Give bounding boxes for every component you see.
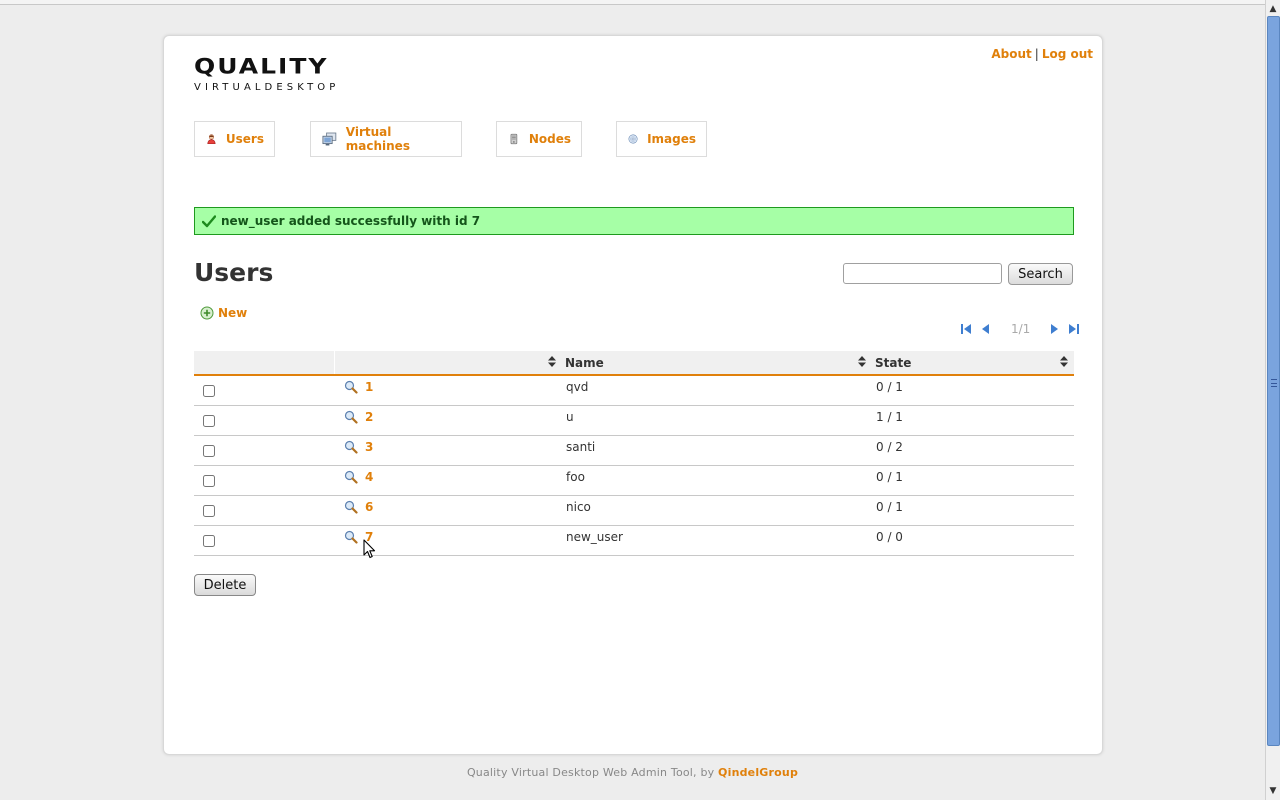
main-panel: QUALITY VIRTUALDESKTOP About | Log out Use… — [163, 35, 1103, 755]
user-state: 0 / 1 — [872, 462, 1074, 493]
computer-icon — [322, 132, 337, 146]
last-page-icon[interactable] — [1067, 322, 1081, 336]
delete-button[interactable]: Delete — [194, 574, 256, 596]
column-header-state-label: State — [875, 355, 912, 370]
pagination: 1/1 — [959, 321, 1081, 337]
sort-icon[interactable] — [1060, 356, 1068, 367]
user-id-link[interactable]: 4 — [365, 470, 373, 484]
magnifier-icon[interactable] — [344, 500, 358, 514]
success-message: new_user added successfully with id 7 — [194, 207, 1074, 235]
tab-users[interactable]: Users — [194, 121, 275, 157]
row-checkbox[interactable] — [203, 414, 215, 427]
sort-icon[interactable] — [858, 356, 866, 367]
sort-icon[interactable] — [548, 356, 556, 367]
search-button[interactable]: Search — [1008, 263, 1073, 285]
magnifier-icon[interactable] — [344, 470, 358, 484]
logo: QUALITY VIRTUALDESKTOP — [194, 53, 364, 100]
row-checkbox[interactable] — [203, 504, 215, 517]
users-table: Name State 1 qvd 0 / 1 2 u 1 / 1 3 santi… — [194, 351, 1074, 556]
footer-link[interactable]: QindelGroup — [718, 766, 798, 779]
user-state: 0 / 1 — [872, 492, 1074, 523]
disc-icon — [628, 134, 638, 144]
user-name: new_user — [562, 522, 872, 553]
table-row: 4 foo 0 / 1 — [194, 462, 1074, 496]
column-header-name-label: Name — [565, 355, 604, 370]
row-checkbox[interactable] — [203, 474, 215, 487]
user-id-link[interactable]: 1 — [365, 380, 373, 394]
magnifier-icon[interactable] — [344, 530, 358, 544]
about-link[interactable]: About — [991, 47, 1031, 61]
logout-link[interactable]: Log out — [1042, 47, 1093, 61]
table-row: 3 santi 0 / 2 — [194, 432, 1074, 466]
first-page-icon[interactable] — [959, 322, 973, 336]
next-page-icon[interactable] — [1047, 322, 1061, 336]
scroll-up-icon[interactable]: ▲ — [1266, 2, 1280, 16]
user-name: santi — [562, 432, 872, 463]
user-name: nico — [562, 492, 872, 523]
page-title: Users — [194, 258, 274, 287]
server-icon — [510, 133, 518, 145]
checkmark-icon — [202, 214, 216, 227]
user-state: 1 / 1 — [872, 402, 1074, 433]
user-id-link[interactable]: 3 — [365, 440, 373, 454]
tab-nodes-label: Nodes — [528, 132, 571, 146]
user-state: 0 / 1 — [872, 372, 1074, 403]
tab-nodes[interactable]: Nodes — [496, 121, 582, 157]
vertical-scrollbar[interactable]: ▲ ▼ — [1265, 0, 1280, 800]
footer: Quality Virtual Desktop Web Admin Tool, … — [0, 766, 1265, 779]
new-user-label: New — [218, 306, 248, 320]
user-name: foo — [562, 462, 872, 493]
tab-images[interactable]: Images — [616, 121, 707, 157]
top-links: About | Log out — [991, 47, 1093, 61]
tab-images-label: Images — [647, 132, 696, 146]
footer-text: Quality Virtual Desktop Web Admin Tool, … — [466, 766, 715, 779]
table-row: 7 new_user 0 / 0 — [194, 522, 1074, 556]
new-user-link[interactable]: New — [200, 306, 247, 320]
column-header-select — [194, 351, 335, 376]
prev-page-icon[interactable] — [979, 322, 993, 336]
magnifier-icon[interactable] — [344, 380, 358, 394]
add-icon — [200, 306, 214, 320]
mouse-cursor-icon — [363, 539, 376, 559]
user-id-link[interactable]: 6 — [365, 500, 373, 514]
magnifier-icon[interactable] — [344, 440, 358, 454]
user-name: qvd — [562, 372, 872, 403]
table-row: 6 nico 0 / 1 — [194, 492, 1074, 526]
search-input[interactable] — [843, 263, 1002, 284]
scrollbar-thumb[interactable] — [1267, 16, 1280, 746]
user-state: 0 / 0 — [872, 522, 1074, 553]
logo-subtitle: VIRTUALDESKTOP — [194, 82, 340, 93]
row-checkbox[interactable] — [203, 384, 215, 397]
scroll-down-icon[interactable]: ▼ — [1266, 784, 1280, 798]
window-top-border — [0, 0, 1265, 5]
column-header-id[interactable] — [334, 351, 562, 376]
scrollbar-grip-icon — [1271, 379, 1277, 387]
user-icon — [207, 134, 216, 145]
table-row: 1 qvd 0 / 1 — [194, 372, 1074, 406]
tab-virtual-machines-label: Virtual machines — [345, 125, 410, 153]
tab-users-label: Users — [225, 132, 264, 146]
table-row: 2 u 1 / 1 — [194, 402, 1074, 436]
link-separator: | — [1034, 47, 1039, 61]
success-message-text: new_user added successfully with id 7 — [221, 214, 481, 228]
row-checkbox[interactable] — [203, 534, 215, 547]
user-name: u — [562, 402, 872, 433]
magnifier-icon[interactable] — [344, 410, 358, 424]
tab-virtual-machines[interactable]: Virtual machines — [310, 121, 462, 157]
user-state: 0 / 2 — [872, 432, 1074, 463]
row-checkbox[interactable] — [203, 444, 215, 457]
page-indicator: 1/1 — [1011, 322, 1031, 336]
user-id-link[interactable]: 2 — [365, 410, 373, 424]
logo-title: QUALITY — [194, 53, 329, 79]
